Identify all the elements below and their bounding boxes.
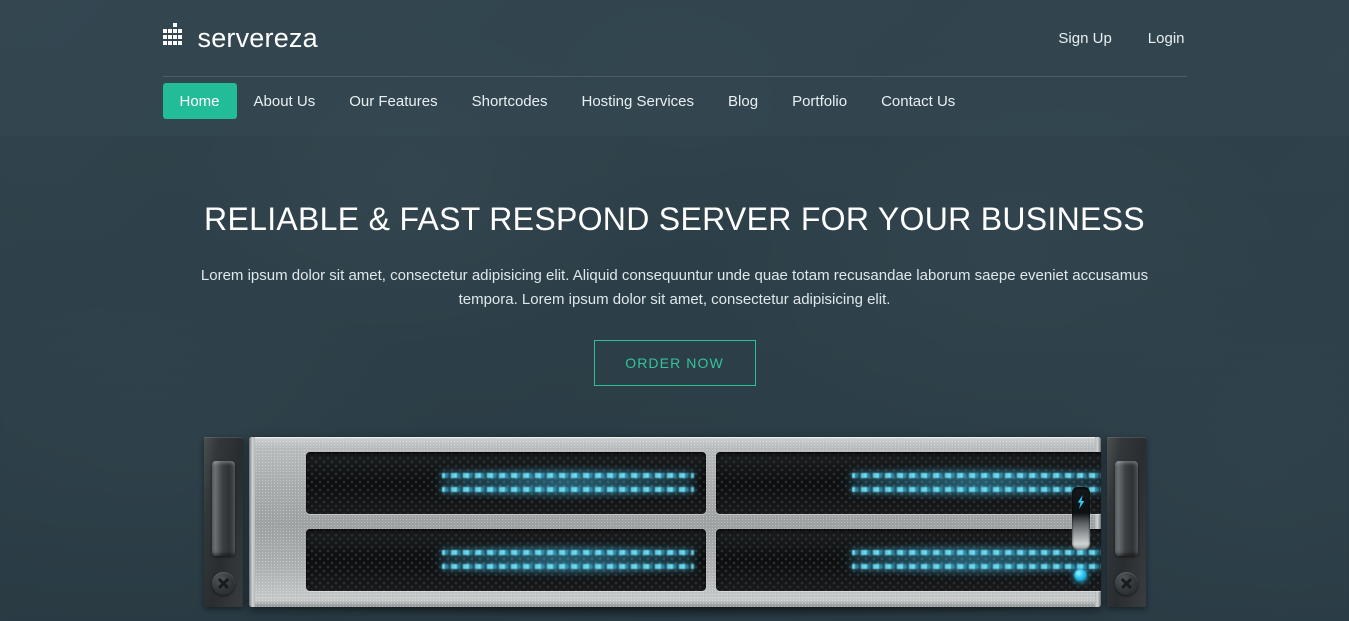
site-header: servereza Sign Up Login Home About Us Ou… [0, 0, 1349, 136]
brand-name: servereza [197, 22, 318, 53]
led-row [442, 487, 694, 492]
led-glow [426, 541, 702, 579]
drive-bay-bottom-left [306, 529, 706, 591]
rack-screw-left-icon [212, 572, 235, 595]
rack-handle-left [212, 461, 235, 556]
header-inner: servereza Sign Up Login Home About Us Ou… [162, 0, 1187, 136]
drive-bay-bottom-right [716, 529, 1101, 591]
page-root: servereza Sign Up Login Home About Us Ou… [0, 0, 1349, 621]
led-strip [426, 464, 702, 502]
rack-ear-right [1107, 437, 1146, 607]
status-led-indicator [1074, 569, 1087, 582]
drive-bay-top-left [306, 452, 706, 514]
rack-ear-left [204, 437, 243, 607]
power-column [1070, 487, 1092, 595]
drive-bay-top-right [716, 452, 1101, 514]
nav-item-portfolio[interactable]: Portfolio [775, 83, 864, 119]
sign-up-link[interactable]: Sign Up [1058, 31, 1111, 46]
nav-item-hosting-services[interactable]: Hosting Services [564, 83, 711, 119]
nav-item-contact-us[interactable]: Contact Us [864, 83, 972, 119]
led-row [442, 550, 694, 555]
power-button[interactable] [1072, 487, 1090, 549]
login-link[interactable]: Login [1148, 31, 1185, 46]
rack-screw-right-icon [1115, 572, 1138, 595]
nav-item-our-features[interactable]: Our Features [332, 83, 454, 119]
order-now-button[interactable]: ORDER NOW [593, 340, 756, 387]
hero-inner: RELIABLE & FAST RESPOND SERVER FOR YOUR … [163, 136, 1187, 387]
main-navigation: Home About Us Our Features Shortcodes Ho… [162, 83, 1187, 129]
led-row [852, 564, 1101, 569]
led-row [852, 473, 1101, 478]
led-strip [836, 464, 1101, 502]
nav-item-about-us[interactable]: About Us [237, 83, 333, 119]
server-chassis [249, 437, 1101, 607]
header-topbar: servereza Sign Up Login [162, 0, 1187, 76]
led-glow [836, 464, 1101, 502]
auth-links: Sign Up Login [1058, 31, 1186, 46]
grid-squares-logo-icon [162, 22, 187, 54]
led-row [442, 564, 694, 569]
led-row [852, 487, 1101, 492]
led-strip [426, 541, 702, 579]
hero-cta-wrapper: ORDER NOW [163, 340, 1187, 387]
chassis-left-edge [249, 437, 255, 607]
led-strip [836, 541, 1101, 579]
nav-item-shortcodes[interactable]: Shortcodes [455, 83, 565, 119]
led-glow [426, 464, 702, 502]
hero-subtitle: Lorem ipsum dolor sit amet, consectetur … [200, 267, 1149, 309]
rack-handle-right [1115, 461, 1138, 556]
brand-logo[interactable]: servereza [162, 22, 318, 54]
led-row [852, 550, 1101, 555]
nav-item-blog[interactable]: Blog [711, 83, 775, 119]
led-row [442, 473, 694, 478]
nav-item-home[interactable]: Home [162, 83, 237, 119]
server-illustration [204, 437, 1146, 607]
led-glow [836, 541, 1101, 579]
hero-title: RELIABLE & FAST RESPOND SERVER FOR YOUR … [204, 201, 1145, 237]
header-divider [162, 76, 1187, 77]
lightning-bolt-icon [1077, 495, 1086, 509]
